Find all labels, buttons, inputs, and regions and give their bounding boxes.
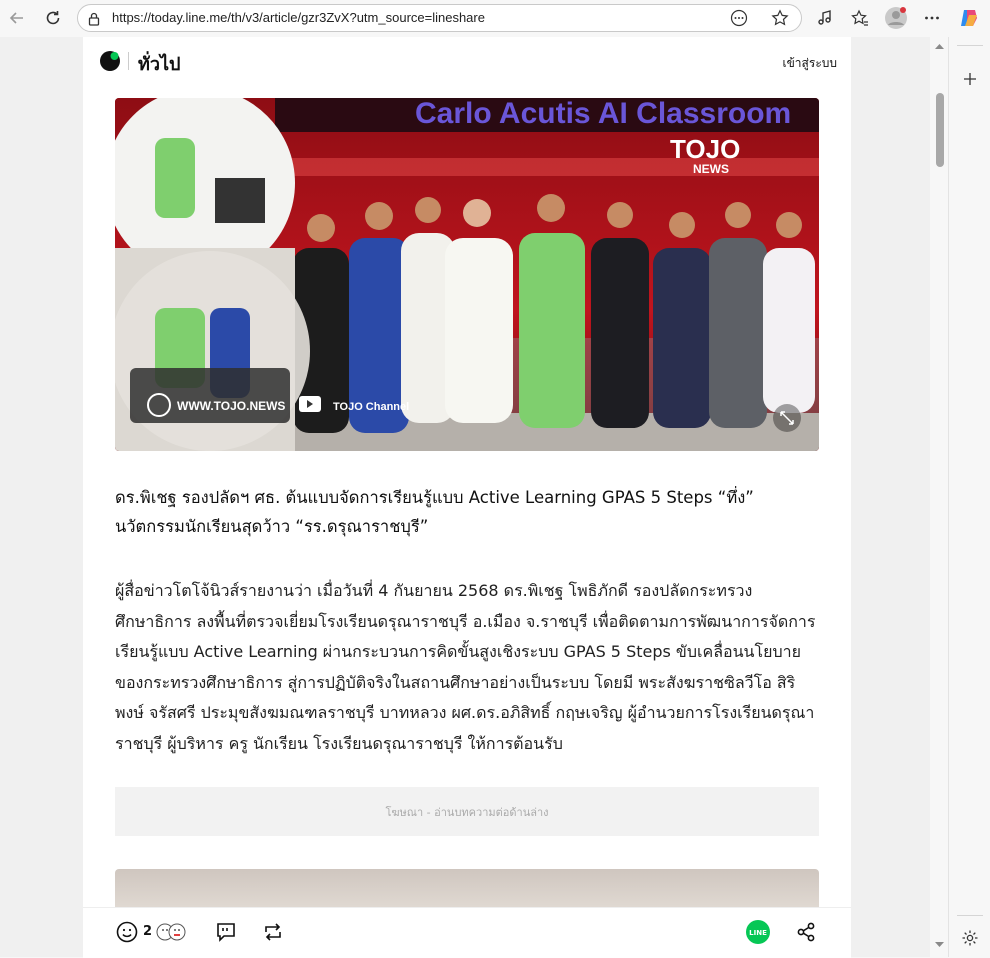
smiley-icon xyxy=(116,921,138,943)
article-action-bar: 2 LINE xyxy=(83,907,851,958)
reaction-count: 2 xyxy=(143,924,153,939)
hero-image[interactable]: Carlo Acutis AI Classroom TOJO NEWS WWW.… xyxy=(115,98,819,451)
article-headline: ดร.พิเชฐ รองปลัดฯ ศธ. ต้นแบบจัดการเรียนร… xyxy=(115,488,754,536)
favorites-button[interactable] xyxy=(848,6,872,30)
favorites-list-icon xyxy=(851,9,868,26)
add-icon[interactable] xyxy=(962,71,978,87)
read-aloud-button[interactable] xyxy=(813,6,837,30)
line-app-icon: LINE xyxy=(746,920,770,944)
copilot-button[interactable] xyxy=(957,6,981,30)
web-content: ทั่วไป เข้าสู่ระบบ Carlo Acutis AI Class… xyxy=(0,37,930,957)
lock-icon[interactable] xyxy=(87,11,101,30)
repost-button[interactable] xyxy=(261,920,285,944)
reaction-button[interactable] xyxy=(115,920,139,944)
watermark-site: WWW.TOJO.NEWS xyxy=(177,399,285,413)
copilot-icon xyxy=(961,10,977,26)
scroll-down-icon[interactable] xyxy=(931,939,948,951)
hero-photo: Carlo Acutis AI Classroom TOJO NEWS WWW.… xyxy=(115,98,819,451)
ad-label: โฆษณา - อ่านบทความต่อด้านล่าง xyxy=(385,805,549,819)
side-panel-divider xyxy=(957,45,983,46)
page-scrollbar[interactable] xyxy=(931,37,948,957)
login-link[interactable]: เข้าสู่ระบบ xyxy=(783,54,838,73)
refresh-button[interactable] xyxy=(41,6,65,30)
profile-button[interactable] xyxy=(884,6,908,30)
watermark-channel: TOJO Channel xyxy=(333,401,409,413)
more-options-circle-icon[interactable] xyxy=(730,9,748,31)
comment-button[interactable] xyxy=(214,920,238,944)
side-panel-divider-bottom xyxy=(957,915,983,916)
section-title[interactable]: ทั่วไป xyxy=(138,49,180,78)
share-icon xyxy=(797,922,815,942)
ad-placeholder: โฆษณา - อ่านบทความต่อด้านล่าง xyxy=(115,787,819,836)
article-page: ทั่วไป เข้าสู่ระบบ Carlo Acutis AI Class… xyxy=(83,37,851,957)
comment-icon xyxy=(217,923,235,942)
scroll-up-icon[interactable] xyxy=(931,41,948,53)
repost-icon xyxy=(265,923,281,941)
scroll-thumb[interactable] xyxy=(936,93,944,167)
share-line-button[interactable]: LINE xyxy=(746,920,770,944)
favorite-star-icon[interactable] xyxy=(771,9,789,31)
url-text[interactable]: https://today.line.me/th/v3/article/gzr3… xyxy=(112,10,485,25)
back-button[interactable] xyxy=(5,6,29,30)
line-today-logo-icon[interactable] xyxy=(99,50,121,72)
watermark-subtext: NEWS xyxy=(693,162,729,176)
settings-more-button[interactable] xyxy=(920,6,944,30)
article-body: ผู้สื่อข่าวโตโจ้นิวส์รายงานว่า เมื่อวันท… xyxy=(115,581,816,753)
address-bar[interactable]: https://today.line.me/th/v3/article/gzr3… xyxy=(77,4,802,32)
browser-toolbar: https://today.line.me/th/v3/article/gzr3… xyxy=(0,0,990,36)
gear-icon[interactable] xyxy=(961,929,979,947)
ellipsis-icon xyxy=(925,16,939,20)
header-divider xyxy=(128,52,129,70)
refresh-icon xyxy=(46,11,60,25)
banner-text: Carlo Acutis AI Classroom xyxy=(415,98,791,130)
music-note-icon xyxy=(818,10,831,25)
avatar-icon xyxy=(885,7,907,29)
site-header: ทั่วไป เข้าสู่ระบบ xyxy=(83,37,851,87)
share-button[interactable] xyxy=(794,920,818,944)
watermark-text: TOJO xyxy=(670,134,740,164)
reaction-emoji-stack[interactable] xyxy=(155,920,189,944)
line-icon-label: LINE xyxy=(749,929,767,937)
reaction-emoji-icon xyxy=(156,923,186,941)
browser-side-panel xyxy=(948,37,990,957)
arrow-left-icon xyxy=(9,12,23,24)
